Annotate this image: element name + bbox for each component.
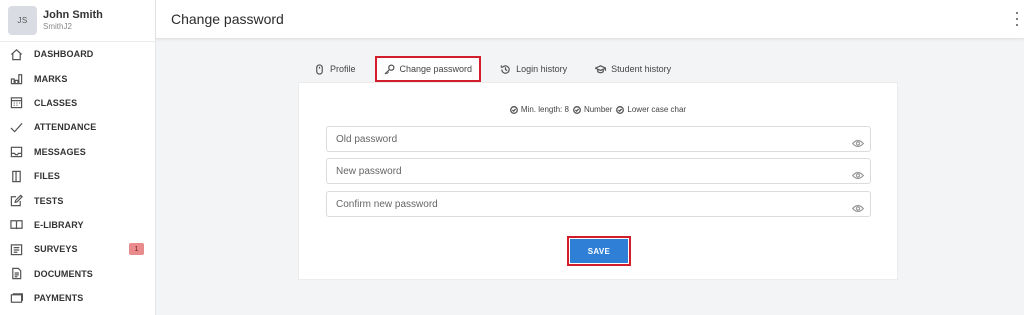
tab-student-history[interactable]: Student history (595, 56, 671, 82)
new-password-input[interactable] (327, 159, 870, 183)
tab-change-password[interactable]: Change password (374, 56, 482, 82)
sidebar-item-label: DOCUMENTS (34, 268, 93, 279)
sidebar-item-label: MARKS (34, 73, 68, 84)
bar-chart-icon (9, 72, 23, 86)
rule-number: Number (572, 105, 612, 114)
tab-label: Login history (516, 64, 568, 74)
sidebar-item-dashboard[interactable]: DASHBOARD (0, 42, 155, 66)
password-rules: Min. length: 8 Number Lower case char (299, 105, 897, 114)
check-icon (9, 120, 23, 134)
confirm-password-input[interactable] (327, 192, 870, 216)
eye-icon[interactable] (851, 135, 865, 148)
sidebar-item-messages[interactable]: MESSAGES (0, 140, 155, 164)
wallet-icon (9, 291, 23, 305)
sidebar-nav: DASHBOARD MARKS CLASSES ATTENDANCE MESSA… (0, 42, 155, 310)
sidebar: JS John Smith SmithJ2 DASHBOARD MARKS CL… (0, 0, 156, 315)
sidebar-item-tests[interactable]: TESTS (0, 188, 155, 212)
avatar: JS (8, 6, 37, 35)
sidebar-item-label: MESSAGES (34, 146, 86, 157)
page-title: Change password (171, 11, 284, 27)
tab-label: Change password (399, 64, 473, 74)
calendar-icon (9, 96, 23, 110)
graduation-cap-icon (595, 64, 607, 73)
new-password-field (326, 158, 871, 184)
sidebar-item-e-library[interactable]: E-LIBRARY (0, 213, 155, 237)
sidebar-item-label: FILES (34, 171, 61, 182)
home-icon (9, 47, 23, 61)
sidebar-item-label: CLASSES (34, 97, 78, 108)
rule-min-length: Min. length: 8 (509, 105, 569, 114)
user-name: John Smith (43, 8, 103, 21)
inbox-icon (9, 145, 23, 159)
history-icon (500, 64, 510, 74)
more-options-icon[interactable] (1014, 12, 1020, 26)
sidebar-item-label: ATTENDANCE (34, 122, 97, 133)
tab-label: Profile (330, 64, 356, 74)
sidebar-item-files[interactable]: FILES (0, 164, 155, 188)
key-icon (384, 64, 395, 75)
sidebar-item-label: SURVEYS (34, 244, 78, 255)
top-bar: Change password (156, 0, 1024, 39)
tab-label: Student history (611, 64, 672, 74)
sidebar-item-label: DASHBOARD (34, 49, 94, 60)
user-login: SmithJ2 (43, 21, 72, 31)
old-password-field (326, 126, 871, 152)
sidebar-item-label: PAYMENTS (34, 293, 84, 304)
sidebar-item-classes[interactable]: CLASSES (0, 91, 155, 115)
confirm-password-field (326, 191, 871, 217)
rule-lower-case: Lower case char (616, 105, 686, 114)
eye-icon[interactable] (851, 167, 865, 180)
eye-icon[interactable] (851, 200, 865, 213)
sidebar-item-surveys[interactable]: SURVEYS 1 (0, 237, 155, 261)
sidebar-item-marks[interactable]: MARKS (0, 66, 155, 90)
check-circle-icon (616, 105, 625, 114)
profile-tabs: Profile Change password Login history St… (298, 56, 671, 82)
tab-profile[interactable]: Profile (314, 56, 356, 82)
tab-login-history[interactable]: Login history (500, 56, 567, 82)
old-password-input[interactable] (327, 127, 870, 151)
notification-badge: 1 (129, 243, 144, 256)
sidebar-item-label: E-LIBRARY (34, 219, 84, 230)
edit-icon (9, 194, 23, 208)
check-circle-icon (509, 105, 518, 114)
sidebar-item-documents[interactable]: DOCUMENTS (0, 262, 155, 286)
change-password-panel: Min. length: 8 Number Lower case char SA… (298, 82, 898, 280)
sidebar-item-payments[interactable]: PAYMENTS (0, 286, 155, 310)
file-icon (9, 169, 23, 183)
user-card[interactable]: JS John Smith SmithJ2 (0, 0, 155, 42)
list-icon (9, 242, 23, 256)
mouse-icon (316, 63, 323, 75)
sidebar-item-attendance[interactable]: ATTENDANCE (0, 115, 155, 139)
sidebar-item-label: TESTS (34, 195, 64, 206)
save-button[interactable]: SAVE (567, 236, 631, 266)
book-icon (9, 218, 23, 232)
document-icon (9, 267, 23, 281)
check-circle-icon (572, 105, 581, 114)
